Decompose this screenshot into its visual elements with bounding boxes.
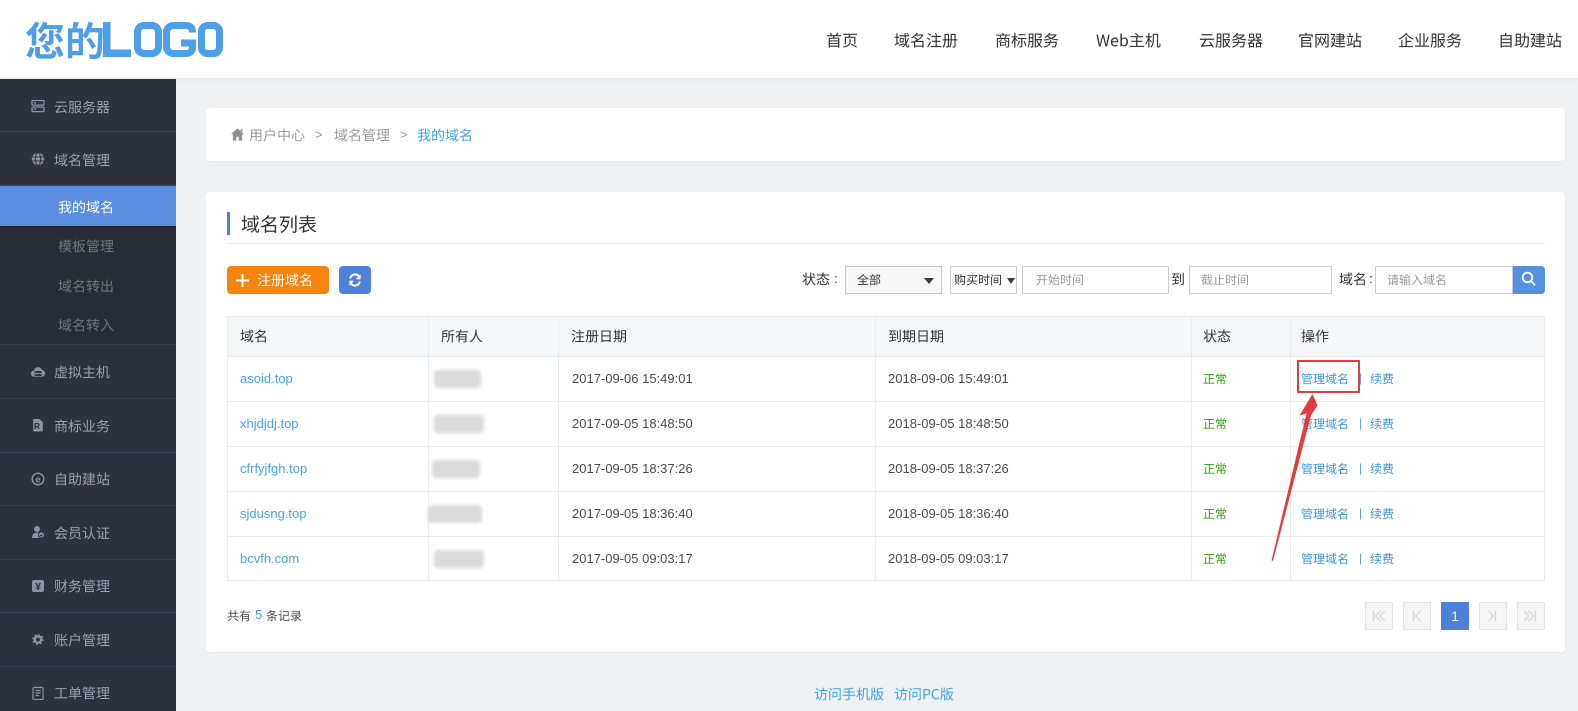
svg-text:¥: ¥ xyxy=(35,582,41,593)
svg-text:R: R xyxy=(34,421,40,431)
svg-text:e: e xyxy=(35,474,40,485)
